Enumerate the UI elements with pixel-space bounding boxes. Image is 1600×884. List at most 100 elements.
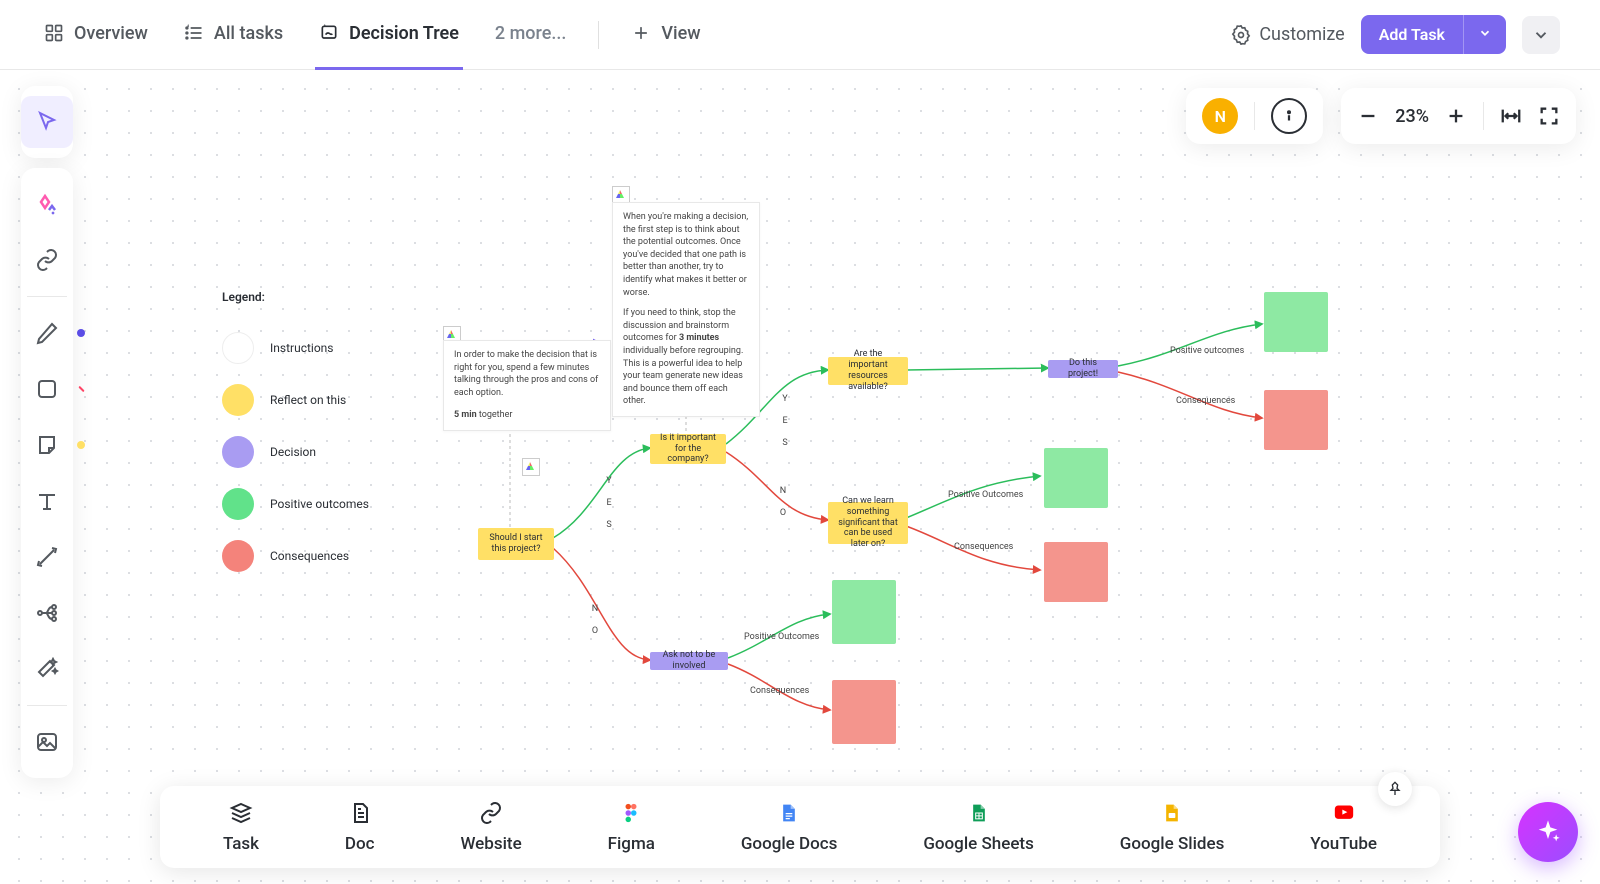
text-icon — [35, 489, 59, 513]
add-figma[interactable]: Figma — [608, 800, 655, 854]
sticky-note-icon — [35, 433, 59, 457]
tab-add-view[interactable]: View — [627, 0, 704, 70]
ai-sparkle-icon — [35, 192, 59, 216]
add-website[interactable]: Website — [460, 800, 521, 854]
tab-decision-tree[interactable]: Decision Tree — [315, 0, 463, 70]
edge-label-no: N O — [778, 486, 788, 519]
pointer-icon — [35, 110, 59, 134]
gear-icon — [1231, 25, 1251, 45]
tool-mindmap[interactable] — [21, 587, 73, 639]
fit-width-button[interactable] — [1500, 105, 1522, 127]
tab-more[interactable]: 2 more... — [491, 0, 570, 70]
ai-fab[interactable] — [1518, 802, 1578, 862]
add-task-dropdown[interactable] — [1463, 15, 1506, 54]
node-important[interactable]: Is it important for the company? — [650, 434, 726, 464]
add-doc[interactable]: Doc — [345, 800, 375, 854]
edge-label-no: N O — [590, 604, 600, 637]
node-learn[interactable]: Can we learn something significant that … — [828, 502, 908, 544]
canvas-wrap: N 23% — [0, 70, 1600, 884]
node-ask-not[interactable]: Ask not to be involved — [650, 652, 728, 670]
fullscreen-button[interactable] — [1538, 105, 1560, 127]
divider — [598, 21, 599, 49]
legend-row-consequences: Consequences — [222, 540, 369, 572]
tool-sticky[interactable] — [21, 419, 73, 471]
tab-overview[interactable]: Overview — [40, 0, 152, 70]
add-task-label: Add Task — [1361, 15, 1463, 54]
tool-ai[interactable] — [21, 178, 73, 230]
tool-text[interactable] — [21, 475, 73, 527]
image-placeholder[interactable] — [522, 458, 540, 476]
node-outcome-red-3[interactable] — [832, 680, 896, 744]
label-consequences: Consequences — [750, 686, 809, 696]
chevron-down-icon — [1478, 26, 1492, 40]
chevron-down-icon — [1532, 26, 1550, 44]
youtube-icon — [1331, 803, 1357, 823]
tab-all-tasks-label: All tasks — [214, 23, 283, 44]
info-button[interactable] — [1271, 98, 1307, 134]
label-positive-outcomes: Positive Outcomes — [948, 490, 1023, 500]
zoom-value: 23% — [1395, 106, 1429, 127]
customize-label: Customize — [1259, 24, 1344, 45]
tool-link[interactable] — [21, 234, 73, 286]
tab-decision-tree-label: Decision Tree — [349, 23, 459, 44]
add-gsheets[interactable]: Google Sheets — [923, 800, 1034, 854]
pin-button[interactable] — [1378, 772, 1412, 806]
note-left[interactable]: In order to make the decision that is ri… — [443, 340, 611, 431]
legend: Legend: Instructions Reflect on this Dec… — [222, 290, 369, 592]
node-outcome-green-3[interactable] — [832, 580, 896, 644]
google-docs-icon — [779, 801, 799, 825]
label-consequences: Consequences — [954, 542, 1013, 552]
tool-connector[interactable] — [21, 531, 73, 583]
note-top[interactable]: When you're making a decision, the first… — [612, 202, 760, 417]
zoom-pill: 23% — [1341, 88, 1576, 144]
collapse-button[interactable] — [1522, 16, 1560, 54]
pin-icon — [1387, 781, 1403, 797]
tab-all-tasks[interactable]: All tasks — [180, 0, 287, 70]
whiteboard-canvas[interactable]: Legend: Instructions Reflect on this Dec… — [0, 70, 1600, 884]
wand-icon — [35, 657, 59, 681]
fit-width-icon — [1500, 105, 1522, 127]
tool-pointer[interactable] — [21, 96, 73, 148]
doc-icon — [348, 801, 372, 825]
zoom-in-button[interactable] — [1445, 105, 1467, 127]
node-start[interactable]: Should I start this project? — [478, 528, 554, 560]
tool-shape[interactable] — [21, 363, 73, 415]
tool-image[interactable] — [21, 716, 73, 768]
legend-row-reflect: Reflect on this — [222, 384, 369, 416]
label-positive-outcomes: Positive Outcomes — [744, 632, 819, 642]
node-outcome-red-2[interactable] — [1044, 542, 1108, 602]
google-slides-icon — [1162, 801, 1182, 825]
legend-title: Legend: — [222, 290, 369, 304]
task-stack-icon — [229, 801, 253, 825]
link-icon — [479, 801, 503, 825]
zoom-out-button[interactable] — [1357, 105, 1379, 127]
presence-pill: N — [1186, 88, 1323, 144]
square-icon — [35, 377, 59, 401]
tab-view-label: View — [661, 23, 700, 44]
tab-more-label: 2 more... — [495, 23, 566, 44]
whiteboard-pin-icon — [319, 23, 339, 43]
add-gslides[interactable]: Google Slides — [1120, 800, 1225, 854]
tool-magic[interactable] — [21, 643, 73, 695]
add-task-button[interactable]: Add Task — [1361, 15, 1506, 54]
side-toolbar — [12, 86, 82, 778]
mindmap-icon — [35, 601, 59, 625]
sparkle-icon — [1534, 818, 1562, 846]
legend-row-instructions: Instructions — [222, 332, 369, 364]
node-do-project[interactable]: Do this project! — [1048, 360, 1118, 378]
customize-button[interactable]: Customize — [1231, 24, 1344, 45]
add-gdocs[interactable]: Google Docs — [741, 800, 838, 854]
node-outcome-red-1[interactable] — [1264, 390, 1328, 450]
add-task[interactable]: Task — [223, 800, 259, 854]
edge-label-yes: Y E S — [780, 394, 790, 449]
legend-row-decision: Decision — [222, 436, 369, 468]
grid-icon — [44, 23, 64, 43]
node-outcome-green-1[interactable] — [1264, 292, 1328, 352]
image-icon — [35, 730, 59, 754]
avatar[interactable]: N — [1202, 98, 1238, 134]
tool-pen[interactable] — [21, 307, 73, 359]
node-resources[interactable]: Are the important resources available? — [828, 357, 908, 385]
node-outcome-green-2[interactable] — [1044, 448, 1108, 508]
pen-icon — [35, 321, 59, 345]
add-youtube[interactable]: YouTube — [1310, 800, 1377, 854]
